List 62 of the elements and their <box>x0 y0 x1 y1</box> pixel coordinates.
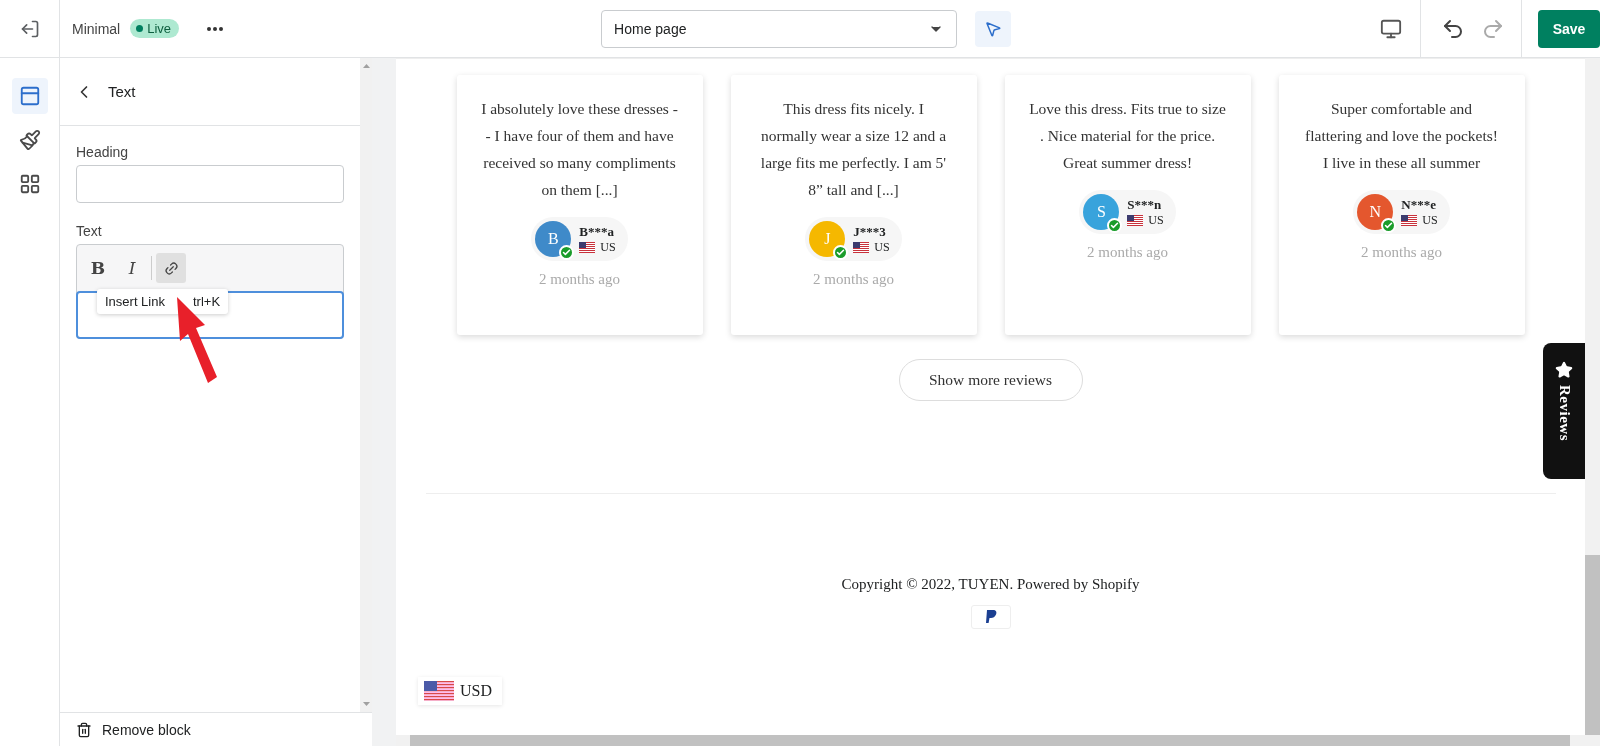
reviewer-country: US <box>1422 212 1438 228</box>
panel-title: Text <box>108 83 136 100</box>
page-select[interactable]: Home page <box>601 9 958 48</box>
review-time: 2 months ago <box>1361 244 1442 261</box>
tooltip-shortcut: trl+K <box>193 294 221 309</box>
insert-link-button[interactable] <box>156 253 186 283</box>
review-time: 2 months ago <box>539 271 620 288</box>
heading-field[interactable] <box>76 165 344 203</box>
select-element-button[interactable] <box>975 10 1012 47</box>
monitor-icon <box>1380 17 1402 40</box>
avatar: J <box>809 221 846 257</box>
review-time: 2 months ago <box>813 271 894 288</box>
reviews-tab[interactable]: Reviews <box>1543 343 1585 479</box>
reviews-tab-label: Reviews <box>1555 385 1573 441</box>
tooltip-label: Insert Link <box>105 294 165 309</box>
more-icon <box>207 26 224 31</box>
currency-code: USD <box>460 682 492 700</box>
scroll-down-icon <box>362 702 370 706</box>
us-flag-icon <box>853 241 870 253</box>
scrollbar[interactable] <box>396 735 1600 746</box>
copyright-text: Copyright © 2022, TUYEN. Powered by Shopify <box>841 576 1140 593</box>
cursor-icon <box>984 19 1003 38</box>
review-text: Super comfortable and flattering and love the pockets! I live in these all summer <box>1304 99 1499 173</box>
scroll-up-icon <box>362 64 370 68</box>
reviewer-name: J***3 <box>853 223 887 240</box>
bold-button[interactable]: B <box>83 253 113 283</box>
star-icon <box>1555 361 1573 379</box>
reviewer-name: B***a <box>579 223 615 240</box>
save-button[interactable]: Save <box>1538 9 1600 48</box>
reviewer-country: US <box>874 239 890 255</box>
review-text: This dress fits nicely. I normally wear a size 12 and a large fits me perfectly. I am 5' 8” tall and [...] <box>759 99 948 200</box>
payment-icon <box>970 605 1011 629</box>
italic-button[interactable]: I <box>117 253 147 283</box>
paintbrush-icon <box>18 129 41 151</box>
theme-name: Minimal <box>72 20 121 37</box>
avatar: B <box>535 221 572 257</box>
us-flag-icon <box>579 241 596 253</box>
reviewer-country: US <box>1148 212 1164 228</box>
review-text: Love this dress. Fits true to size . Nice material for the price. Great summer dress! <box>1028 99 1227 173</box>
scrollbar[interactable] <box>360 58 372 712</box>
currency-selector[interactable]: USD <box>418 677 502 705</box>
remove-block-link[interactable]: Remove block <box>102 721 191 738</box>
add-block-icon <box>18 173 41 195</box>
field-label: Text <box>76 223 103 239</box>
reviewer-country: US <box>600 239 616 255</box>
reviewer-name: S***n <box>1127 196 1163 213</box>
sections-icon <box>18 85 41 107</box>
avatar: S <box>1083 194 1120 230</box>
us-flag-icon <box>1127 214 1144 226</box>
exit-icon <box>19 18 40 39</box>
status-badge: Live <box>130 19 180 38</box>
review-text: I absolutely love these dresses -- I have four of them and have received so many compliments on them [...] <box>480 99 679 200</box>
field-label: Heading <box>76 144 130 160</box>
us-flag-icon <box>424 681 454 701</box>
reviewer-name: N***e <box>1401 196 1437 213</box>
review-time: 2 months ago <box>1087 244 1168 261</box>
us-flag-icon <box>1401 214 1418 226</box>
scrollbar[interactable] <box>1585 58 1600 735</box>
trash-icon <box>76 721 92 738</box>
show-more-button[interactable]: Show more reviews <box>898 359 1083 401</box>
avatar: N <box>1357 194 1394 230</box>
sidebar-tab[interactable] <box>11 78 48 114</box>
